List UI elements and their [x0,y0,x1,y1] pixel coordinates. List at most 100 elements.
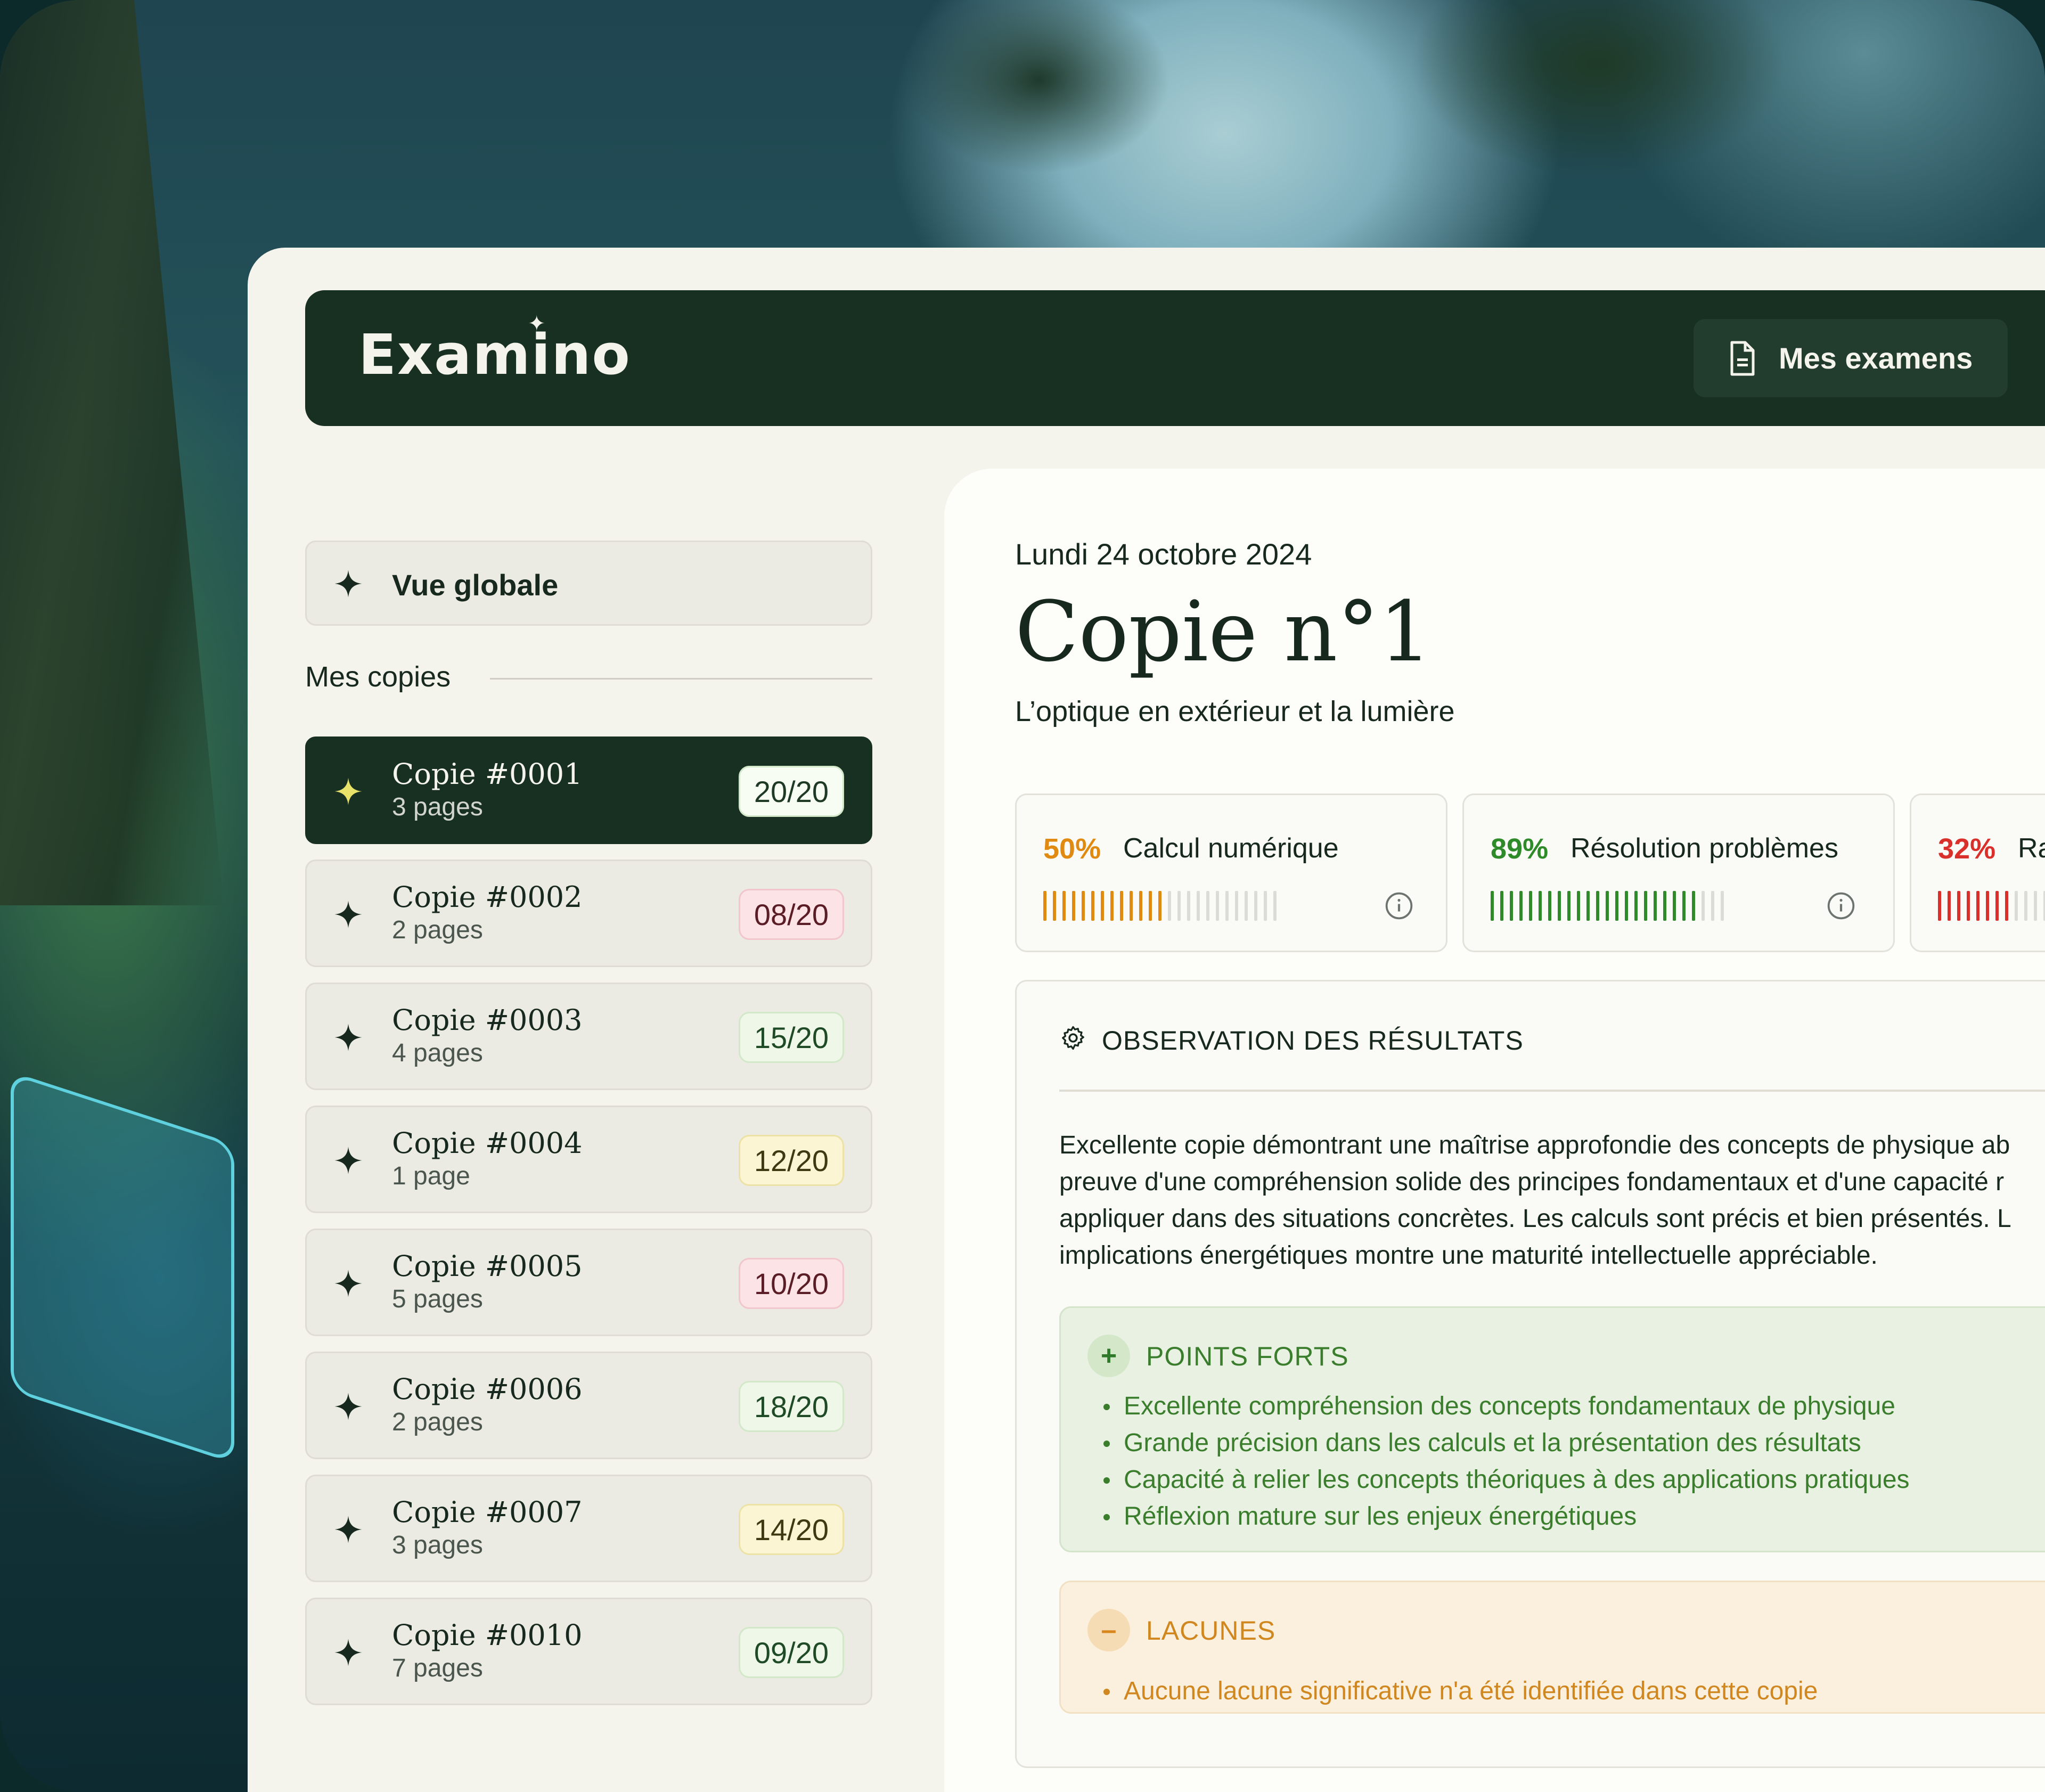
progress-tick [1091,891,1094,921]
page-title: Copie n°1 [1015,583,1432,680]
document-icon [1730,341,1755,376]
copy-item[interactable]: Copie #0001 3 pages 20/20 [305,737,872,844]
progress-tick [1654,891,1657,921]
progress-tick [1187,891,1190,921]
sparkle-icon [334,1516,362,1543]
metric-progress-bar [1938,891,2045,921]
progress-tick [1558,891,1561,921]
copy-page-count: 5 pages [392,1285,483,1313]
sparkle-icon [334,1270,362,1297]
metric-card: 89% Résolution problèmes [1462,793,1895,952]
exam-subject: L’optique en extérieur et la lumière [1015,695,1455,727]
progress-tick [1577,891,1580,921]
progress-tick [1062,891,1066,921]
progress-tick [1235,891,1238,921]
copy-page-count: 2 pages [392,1408,483,1436]
app-window: Examino ✦ Mes examens Vue globale Mes co… [248,248,2045,1792]
results-observation-card: OBSERVATION DES RÉSULTATS Excellente cop… [1015,980,2045,1768]
sparkle-icon [334,778,362,805]
gaps-list: Aucune lacune significative n'a été iden… [1098,1673,1818,1709]
progress-tick [1986,891,1989,921]
progress-tick [1967,891,1970,921]
progress-tick [1120,891,1123,921]
progress-tick [1043,891,1046,921]
list-item: Excellente compréhension des concepts fo… [1098,1388,1910,1425]
copy-page-count: 2 pages [392,916,483,944]
grade-badge: 14/20 [738,1504,844,1555]
progress-tick [1168,891,1171,921]
gear-icon [1062,1026,1084,1050]
grade-badge: 12/20 [738,1135,844,1186]
progress-tick [2034,891,2037,921]
list-item: Grande précision dans les calculs et la … [1098,1425,1910,1461]
grade-badge: 15/20 [738,1012,844,1063]
overview-label: Vue globale [392,568,559,602]
foliage-decoration [905,0,2045,256]
info-icon[interactable] [1384,891,1414,921]
sparkle-icon [334,901,362,928]
info-icon[interactable] [1826,891,1856,921]
metric-percent: 32% [1938,833,1996,865]
gaps-title: LACUNES [1146,1616,1276,1646]
overview-button[interactable]: Vue globale [305,541,872,626]
observation-text: Excellente copie démontrant une maîtrise… [1059,1131,2011,1270]
strengths-list: Excellente compréhension des concepts fo… [1098,1388,1910,1535]
gaps-box: – LACUNES Aucune lacune significative n'… [1059,1581,2045,1714]
copy-item[interactable]: Copie #0004 1 page 12/20 [305,1106,872,1213]
progress-tick [1586,891,1590,921]
progress-tick [1197,891,1200,921]
progress-tick [2005,891,2008,921]
progress-tick [1711,891,1714,921]
app-logo[interactable]: Examino ✦ [358,312,631,387]
copy-detail-panel: Lundi 24 octobre 2024 Copie n°1 L’optiqu… [944,469,2045,1792]
progress-tick [1206,891,1209,921]
progress-tick [1682,891,1686,921]
progress-tick [1264,891,1267,921]
progress-tick [1216,891,1219,921]
copy-item[interactable]: Copie #0010 7 pages 09/20 [305,1598,872,1705]
progress-tick [1673,891,1676,921]
progress-tick [2024,891,2027,921]
holographic-panel-decoration [11,1071,234,1464]
copy-item[interactable]: Copie #0007 3 pages 14/20 [305,1475,872,1582]
strengths-title: POINTS FORTS [1146,1341,1349,1371]
progress-tick [1995,891,1999,921]
progress-tick [1948,891,1951,921]
copy-page-count: 7 pages [392,1654,483,1682]
my-exams-button[interactable]: Mes examens [1694,319,2008,397]
list-item: Capacité à relier les concepts théorique… [1098,1461,1910,1498]
progress-tick [1130,891,1133,921]
grade-badge: 18/20 [738,1381,844,1432]
progress-tick [1101,891,1104,921]
tree-trunk-decoration [0,0,224,905]
progress-tick [1596,891,1599,921]
copy-item[interactable]: Copie #0006 2 pages 18/20 [305,1352,872,1459]
copy-name: Copie #0005 [392,1249,583,1283]
progress-tick [1548,891,1551,921]
progress-tick [1625,891,1628,921]
progress-tick [1225,891,1229,921]
progress-tick [1519,891,1523,921]
copy-item[interactable]: Copie #0002 2 pages 08/20 [305,860,872,967]
progress-tick [1606,891,1609,921]
plus-icon: + [1087,1335,1130,1377]
progress-tick [1500,891,1503,921]
progress-tick [1644,891,1647,921]
logo-text: Examino [358,322,631,387]
metric-card: 50% Calcul numérique [1015,793,1447,952]
sparkle-icon [334,1393,362,1420]
metric-progress-bar [1043,891,1283,921]
sparkle-icon [334,570,362,598]
copy-item[interactable]: Copie #0003 4 pages 15/20 [305,983,872,1090]
progress-tick [1510,891,1513,921]
list-item: Réflexion mature sur les enjeux énergéti… [1098,1498,1910,1535]
my-exams-label: Mes examens [1779,341,1973,375]
grade-badge: 08/20 [738,889,844,940]
progress-tick [1149,891,1152,921]
metric-percent: 50% [1043,833,1101,865]
copy-item[interactable]: Copie #0005 5 pages 10/20 [305,1229,872,1336]
progress-tick [1273,891,1277,921]
copy-page-count: 3 pages [392,1531,483,1559]
progress-tick [1567,891,1570,921]
strengths-box: + POINTS FORTS Excellente compréhension … [1059,1306,2045,1552]
